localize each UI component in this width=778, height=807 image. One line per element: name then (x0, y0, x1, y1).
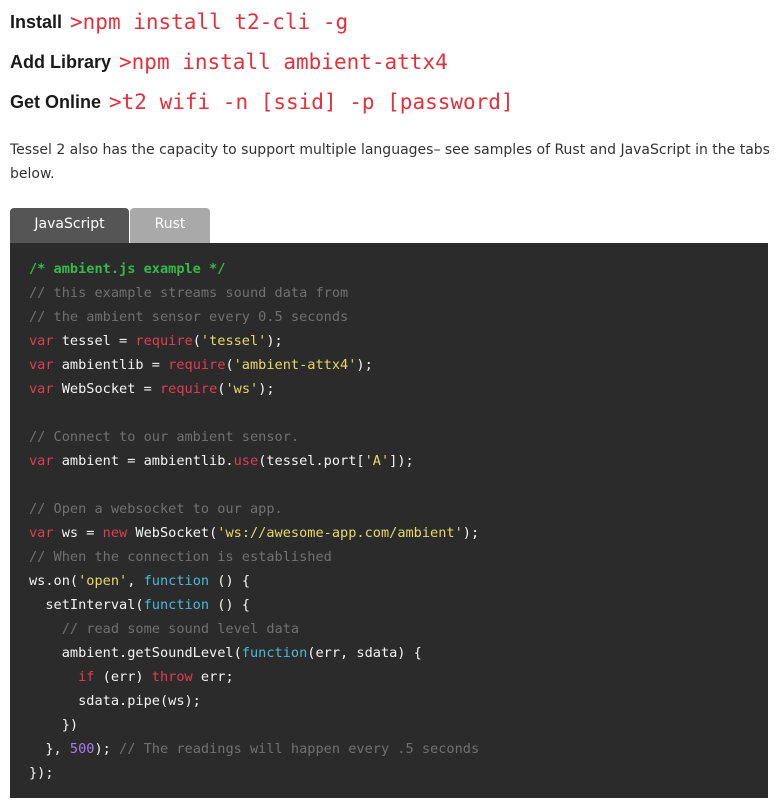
code-text: ); (258, 381, 275, 397)
code-line: // Open a websocket to our app. (29, 497, 768, 521)
code-text: () { (209, 597, 250, 613)
code-line: ws.on('open', function () { (29, 569, 768, 593)
code-line: }) (29, 713, 768, 737)
code-text: WebSocket( (127, 525, 218, 541)
code-string: 'ws://awesome-app.com/ambient' (217, 525, 463, 541)
code-text: }) (29, 717, 79, 733)
language-tabs: JavaScript Rust (10, 208, 210, 243)
code-line: // When the connection is established (29, 545, 768, 569)
add-library-step: Add Library >npm install ambient-attx4 (10, 42, 770, 82)
install-step-command: >npm install t2-cli -g (70, 10, 349, 34)
code-line: var ambientlib = require('ambient-attx4'… (29, 353, 768, 377)
code-keyword: new (102, 525, 128, 541)
tab-javascript[interactable]: JavaScript (10, 208, 129, 243)
add-library-command: >npm install ambient-attx4 (119, 50, 448, 74)
code-function-keyword: function (143, 573, 210, 589)
code-keyword: if (78, 669, 95, 685)
tab-rust[interactable]: Rust (130, 208, 210, 243)
code-text: ambient = ambientlib. (53, 453, 234, 469)
code-text: }, (29, 741, 70, 757)
code-text: err; (192, 669, 234, 685)
code-line: sdata.pipe(ws); (29, 689, 768, 713)
code-number: 500 (69, 741, 95, 757)
code-line: var tessel = require('tessel'); (29, 329, 768, 353)
get-online-label: Get Online (10, 91, 102, 112)
code-line: }, 500); // The readings will happen eve… (29, 737, 768, 761)
code-comment: // the ambient sensor every 0.5 seconds (29, 309, 349, 325)
code-keyword: require (168, 357, 226, 373)
code-sample-panel: /* ambient.js example */ // this example … (10, 243, 768, 798)
code-text: , (127, 573, 144, 589)
code-line: /* ambient.js example */ (29, 257, 768, 281)
code-string: 'ambient-attx4' (233, 357, 357, 373)
code-function-keyword: function (241, 645, 308, 661)
code-text: () { (209, 573, 250, 589)
code-line: }); (29, 761, 768, 785)
code-line: setInterval(function () { (29, 593, 768, 617)
code-text: ); (266, 333, 283, 349)
code-keyword: use (233, 453, 259, 469)
code-string: 'open' (78, 573, 128, 589)
code-string: 'ws' (225, 381, 259, 397)
get-online-step: Get Online >t2 wifi -n [ssid] -p [passwo… (10, 82, 770, 122)
code-text: (err) (94, 669, 152, 685)
code-text: sdata.pipe(ws); (29, 693, 201, 709)
code-text: }); (29, 765, 54, 781)
code-text: (err, sdata) { (307, 645, 422, 661)
code-keyword: var (29, 525, 54, 541)
code-text: ); (94, 741, 120, 757)
code-keyword: var (29, 453, 54, 469)
code-text: WebSocket = (53, 381, 160, 397)
code-line: if (err) throw err; (29, 665, 768, 689)
code-block: /* ambient.js example */ // this example … (29, 257, 768, 785)
description-text: Tessel 2 also has the capacity to suppor… (10, 142, 770, 182)
code-line: var WebSocket = require('ws'); (29, 377, 768, 401)
code-text: ws = (53, 525, 103, 541)
code-string: 'A' (364, 453, 390, 469)
code-text: tessel = (53, 333, 136, 349)
code-line: var ws = new WebSocket('ws://awesome-app… (29, 521, 768, 545)
code-comment: // When the connection is established (29, 549, 332, 565)
code-title-comment: /* ambient.js example */ (29, 261, 226, 277)
install-steps: Install >npm install t2-cli -g Add Libra… (10, 2, 770, 122)
install-step-label: Install (10, 11, 63, 32)
code-text: ]); (389, 453, 414, 469)
code-comment: // Connect to our ambient sensor. (29, 429, 300, 445)
code-text: setInterval( (29, 597, 144, 613)
code-text: ( (192, 333, 201, 349)
get-online-command: >t2 wifi -n [ssid] -p [password] (109, 90, 514, 114)
code-comment: // this example streams sound data from (29, 285, 349, 301)
code-keyword: var (29, 381, 54, 397)
code-comment: // The readings will happen every .5 sec… (119, 741, 480, 757)
code-line: ambient.getSoundLevel(function(err, sdat… (29, 641, 768, 665)
code-line: // the ambient sensor every 0.5 seconds (29, 305, 768, 329)
code-text: ws.on( (29, 573, 79, 589)
code-comment: // Open a websocket to our app. (29, 501, 283, 517)
code-text: ambient.getSoundLevel( (29, 645, 242, 661)
code-keyword: throw (151, 669, 193, 685)
code-line: // read some sound level data (29, 617, 768, 641)
code-comment: // read some sound level data (61, 621, 300, 637)
code-function-keyword: function (143, 597, 210, 613)
code-text: ); (356, 357, 373, 373)
code-line: // this example streams sound data from (29, 281, 768, 305)
code-line: // Connect to our ambient sensor. (29, 425, 768, 449)
code-text: ( (225, 357, 234, 373)
code-text: ambientlib = (53, 357, 169, 373)
code-keyword: require (135, 333, 193, 349)
code-line: var ambient = ambientlib.use(tessel.port… (29, 449, 768, 473)
code-keyword: var (29, 333, 54, 349)
code-keyword: require (159, 381, 218, 397)
code-string: 'tessel' (200, 333, 267, 349)
install-step: Install >npm install t2-cli -g (10, 2, 770, 42)
code-text: ); (462, 525, 480, 541)
add-library-label: Add Library (10, 51, 112, 72)
code-keyword: var (29, 357, 54, 373)
code-text: (tessel.port[ (258, 453, 365, 469)
